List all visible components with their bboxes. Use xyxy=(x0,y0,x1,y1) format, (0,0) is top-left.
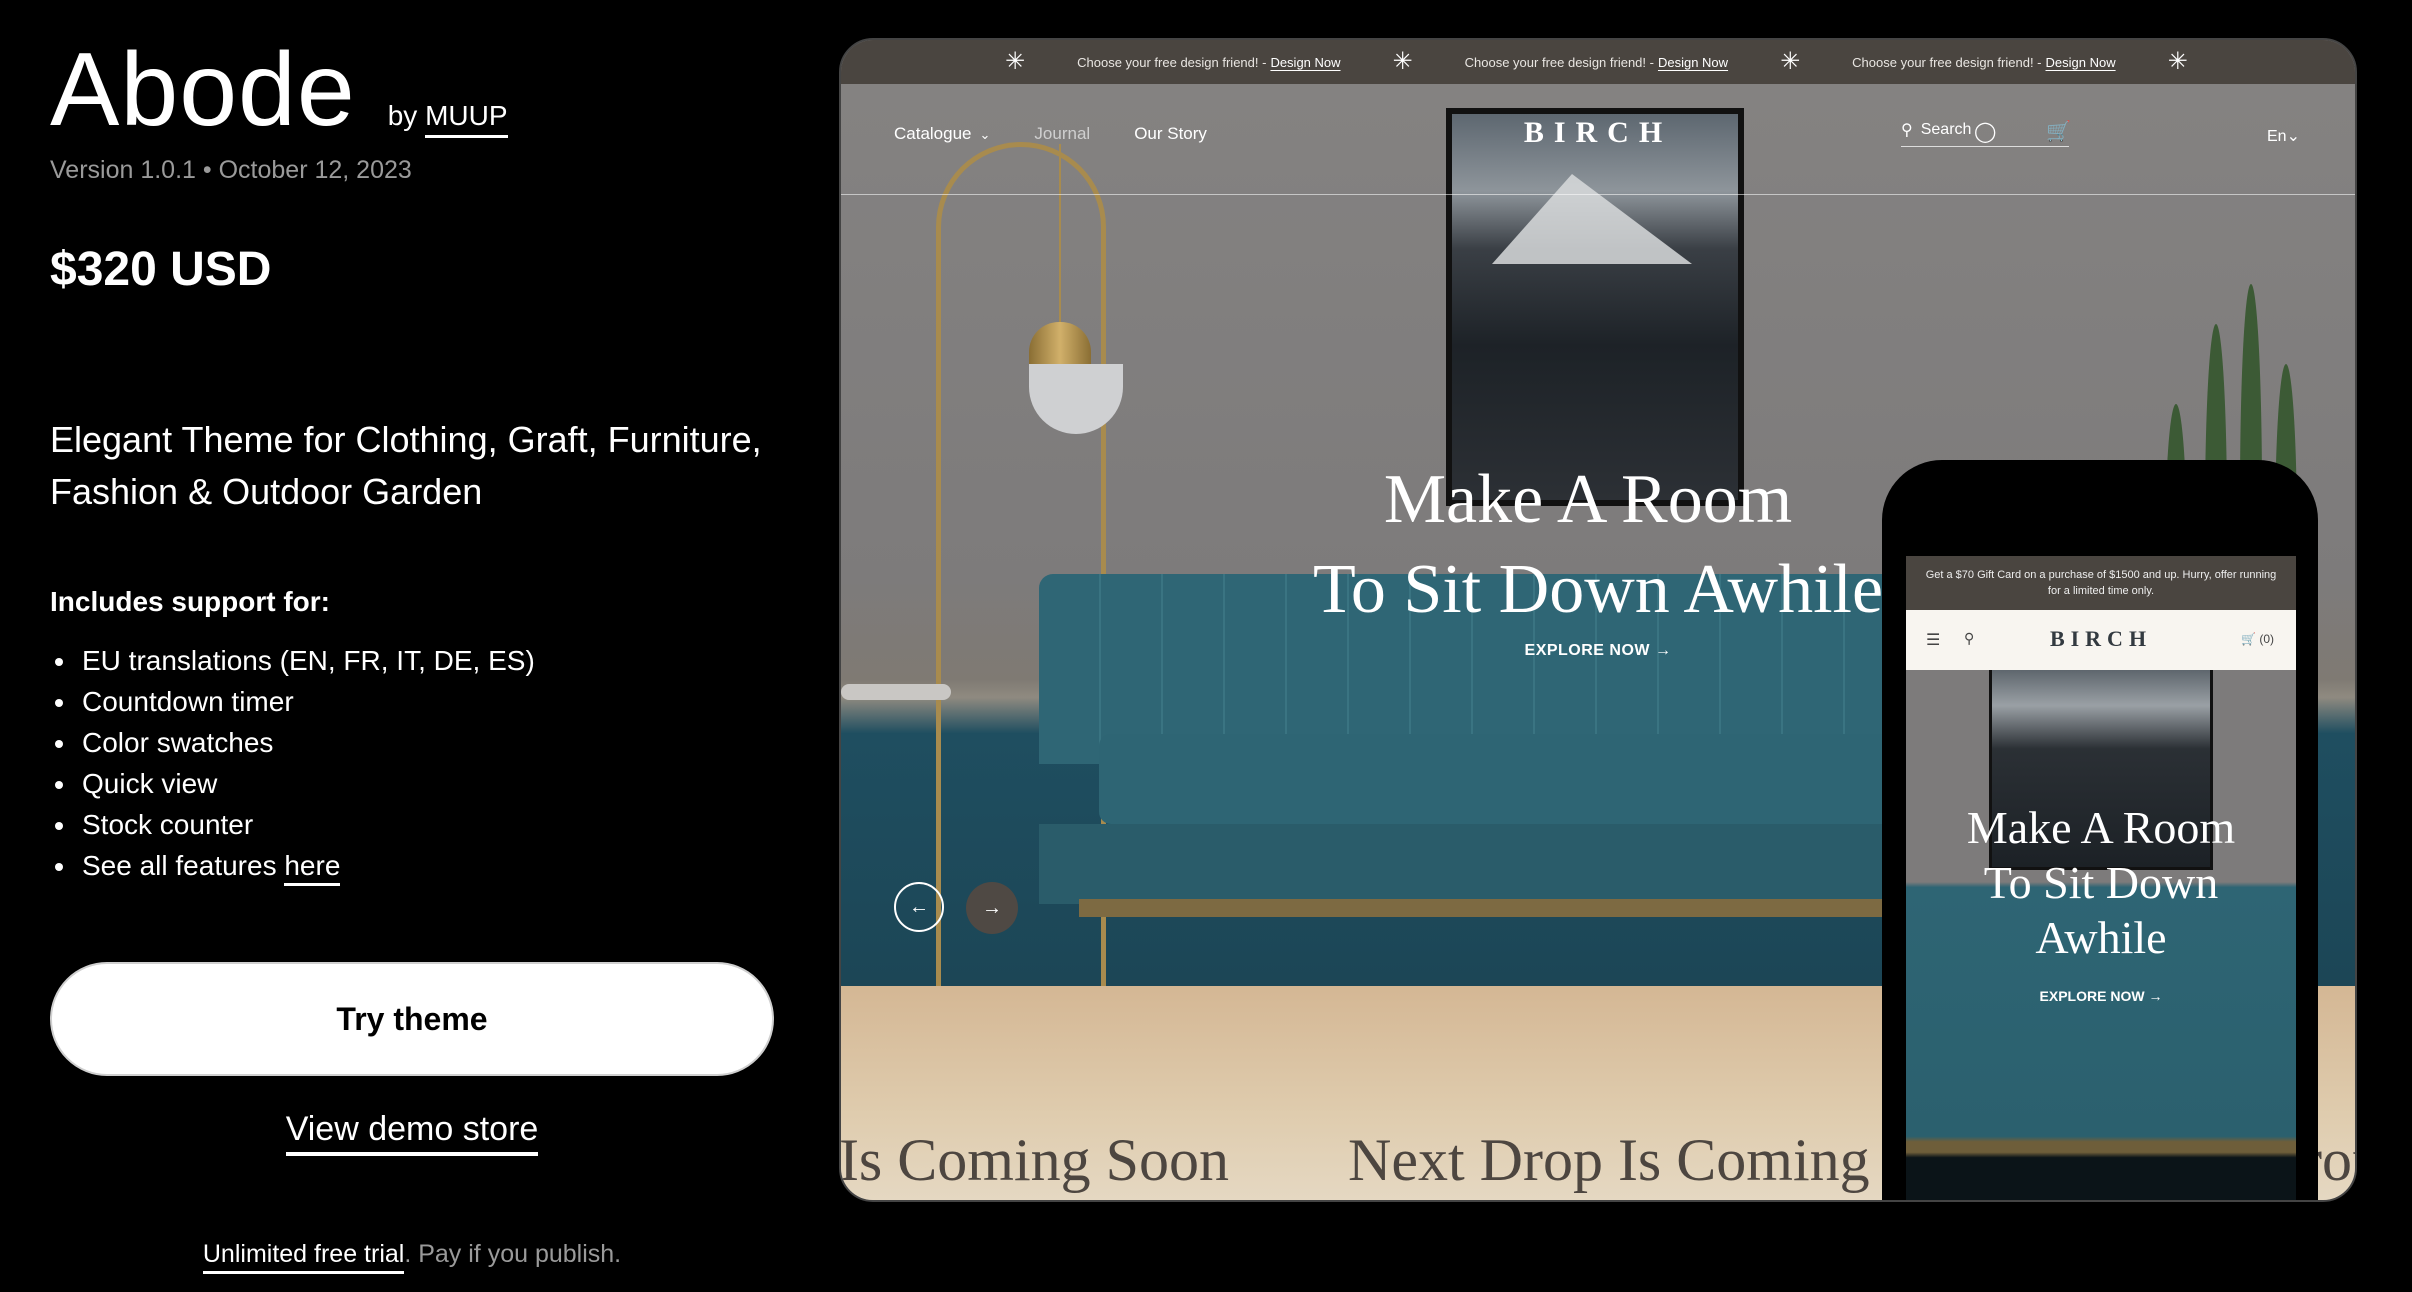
mobile-screen: Get a $70 Gift Card on a purchase of $15… xyxy=(1906,556,2296,1200)
mobile-hero-heading: Make A Room To Sit Down Awhile xyxy=(1906,800,2296,965)
announcement-text: Choose your free design friend! - xyxy=(1077,54,1267,70)
chevron-down-icon: ⌄ xyxy=(2286,128,2300,145)
by-prefix: by xyxy=(387,100,418,131)
mobile-announcement-bar: Get a $70 Gift Card on a purchase of $15… xyxy=(1906,556,2296,610)
star-icon: ✳ xyxy=(1780,48,1801,75)
trial-note-rest: . Pay if you publish. xyxy=(404,1240,622,1268)
announcement-text: Choose your free design friend! - xyxy=(1852,54,2042,70)
announcement-item: Choose your free design friend! - Design… xyxy=(1465,55,1728,70)
feature-item: Color swatches xyxy=(55,722,535,763)
feature-list: EU translations (EN, FR, IT, DE, ES) Cou… xyxy=(50,640,535,886)
cart-count: (0) xyxy=(2259,632,2274,646)
feature-item: EU translations (EN, FR, IT, DE, ES) xyxy=(55,640,535,681)
account-icon[interactable]: ◯ xyxy=(1974,122,1996,142)
mobile-explore-now-button[interactable]: EXPLORE NOW → xyxy=(1906,988,2296,1004)
carousel-prev-button[interactable]: ← xyxy=(894,882,944,932)
side-table-decor xyxy=(841,684,951,700)
release-date: October 12, 2023 xyxy=(218,156,412,184)
search-icon: ⚲ xyxy=(1901,122,1913,139)
announcement-item: Choose your free design friend! - Design… xyxy=(1852,55,2115,70)
announcement-item: Choose your free design friend! - Design… xyxy=(1077,55,1340,70)
version-meta: Version 1.0.1 • October 12, 2023 xyxy=(50,156,412,185)
design-now-link[interactable]: Design Now xyxy=(2046,55,2116,70)
free-trial-link[interactable]: Unlimited free trial xyxy=(202,1240,405,1274)
cart-icon[interactable]: 🛒 xyxy=(2046,122,2071,142)
mobile-preview: Get a $70 Gift Card on a purchase of $15… xyxy=(1882,460,2318,1200)
demo-link-wrap: View demo store xyxy=(50,1110,774,1156)
announcement-bar: ✳ Choose your free design friend! - Desi… xyxy=(841,40,2355,84)
see-all-features-link[interactable]: here xyxy=(284,850,341,886)
arrow-right-icon: → xyxy=(982,896,1002,919)
trial-note: Unlimited free trial. Pay if you publish… xyxy=(50,1240,774,1274)
carousel-next-button[interactable]: → xyxy=(966,882,1018,934)
title-row: Abode by MUUP xyxy=(50,38,508,142)
marquee-item: Next Drop Is Coming Soon xyxy=(841,1127,1229,1193)
support-heading: Includes support for: xyxy=(50,586,330,617)
feature-item: Stock counter xyxy=(55,804,535,845)
feature-item-see-all: See all features here xyxy=(55,845,535,886)
mobile-hero-line: Awhile xyxy=(2035,912,2167,963)
tagline: Elegant Theme for Clothing, Graft, Furni… xyxy=(50,419,762,512)
announcement-text: Choose your free design friend! - xyxy=(1464,54,1654,70)
star-icon: ✳ xyxy=(1005,48,1026,75)
star-icon: ✳ xyxy=(1392,48,1413,75)
search-placeholder: Search xyxy=(1920,121,1972,138)
mobile-cart[interactable]: 🛒 (0) xyxy=(2241,632,2274,646)
mobile-hero-line: To Sit Down xyxy=(1983,857,2219,908)
feature-item: Quick view xyxy=(55,763,535,804)
arrow-left-icon: ← xyxy=(909,895,929,918)
design-now-link[interactable]: Design Now xyxy=(1658,55,1728,70)
mobile-header: ☰ ⚲ BIRCH 🛒 (0) xyxy=(1906,610,2296,670)
try-theme-button[interactable]: Try theme xyxy=(50,962,774,1076)
price: $320 USD xyxy=(50,243,272,296)
meta-separator: • xyxy=(202,156,212,184)
language-label: En xyxy=(2267,128,2287,145)
author-line: by MUUP xyxy=(387,100,508,138)
mobile-store-logo[interactable]: BIRCH xyxy=(1906,626,2296,652)
feature-item: Countdown timer xyxy=(55,681,535,722)
version: Version 1.0.1 xyxy=(50,156,196,184)
mobile-hero: Make A Room To Sit Down Awhile EXPLORE N… xyxy=(1906,670,2296,1200)
mobile-hero-line: Make A Room xyxy=(1966,802,2236,853)
cart-icon: 🛒 xyxy=(2241,632,2256,646)
see-all-text: See all features xyxy=(82,850,277,881)
language-selector[interactable]: En⌄ xyxy=(2267,126,2300,146)
theme-name: Abode xyxy=(50,32,356,148)
author-link[interactable]: MUUP xyxy=(425,100,508,138)
star-icon: ✳ xyxy=(2167,48,2188,75)
view-demo-store-link[interactable]: View demo store xyxy=(285,1110,539,1156)
design-now-link[interactable]: Design Now xyxy=(1270,55,1340,70)
store-logo[interactable]: BIRCH xyxy=(841,116,2355,150)
